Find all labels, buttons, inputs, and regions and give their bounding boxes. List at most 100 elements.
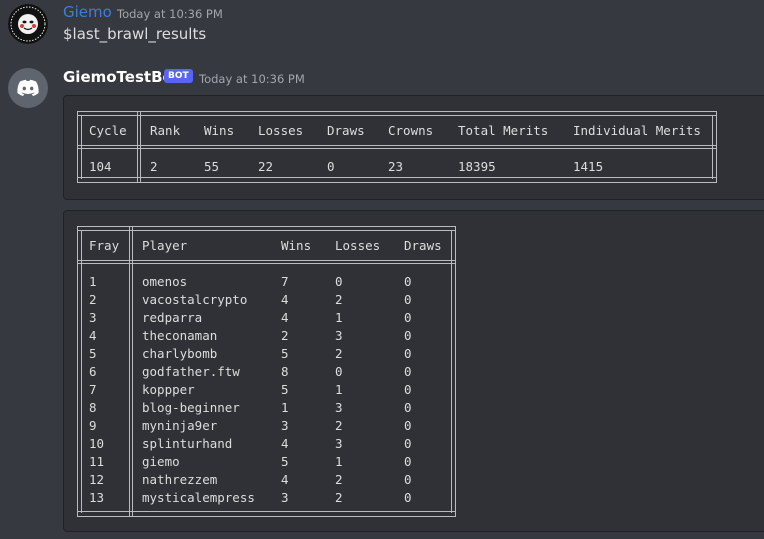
player-name: theconaman [142,328,218,343]
table-cell: 2 [150,159,158,174]
table-cell: 4 [281,472,289,487]
table-cell: 1 [281,400,289,415]
table-rule [78,115,716,116]
table-cell: 0 [404,310,412,325]
table-cell: 4 [89,328,97,343]
message-text: $last_brawl_results [63,25,207,43]
table-cell: 1 [335,382,343,397]
table-cell: 4 [281,292,289,307]
table-cell: 0 [404,346,412,361]
table-cell: 8 [281,364,289,379]
player-name: charlybomb [142,346,218,361]
table-cell: 23 [388,159,404,174]
table-cell: 2 [335,346,343,361]
author-name[interactable]: Giemo [63,3,112,21]
table-header: Total Merits [458,123,549,138]
table-header: Crowns [388,123,434,138]
codeblock-frays: Fray Player Wins Losses Draws 1 omenos 7 0 0… [63,210,764,532]
table-cell: 0 [404,436,412,451]
table-cell: 3 [335,400,343,415]
codeblock-summary: Cycle Rank Wins Losses Draws Crowns Tota… [63,95,764,200]
column-divider [137,112,138,182]
table-cell: 0 [404,364,412,379]
player-name: splinturhand [142,436,233,451]
table-cell: 55 [204,159,220,174]
player-name: godfather.ftw [142,364,240,379]
bot-tag: BOT [164,69,193,83]
table-cell: 0 [327,159,335,174]
summary-table: Cycle Rank Wins Losses Draws Crowns Tota… [77,111,717,183]
table-header: Losses [258,123,304,138]
table-cell: 4 [281,436,289,451]
table-cell: 0 [404,472,412,487]
table-cell: 0 [335,364,343,379]
timestamp: Today at 10:36 PM [199,72,305,86]
table-cell: 0 [335,274,343,289]
table-cell: 3 [89,310,97,325]
table-cell: 12 [89,472,105,487]
table-cell: 0 [404,328,412,343]
table-header: Rank [150,123,181,138]
table-cell: 0 [404,400,412,415]
table-cell: 2 [281,328,289,343]
discord-logo-icon [17,79,39,96]
table-rule [78,177,716,178]
player-name: omenos [142,274,188,289]
table-header: Individual Merits [573,123,701,138]
table-cell: 9 [89,418,97,433]
table-rule [78,511,455,512]
table-cell: 8 [89,400,97,415]
table-border [81,230,452,513]
table-cell: 1 [335,310,343,325]
table-cell: 13 [89,490,105,505]
avatar-bot[interactable] [8,68,48,108]
table-cell: 22 [258,159,274,174]
table-header: Draws [404,238,442,253]
table-cell: 5 [89,346,97,361]
table-header: Losses [335,238,381,253]
player-name: redparra [142,310,203,325]
table-header: Draws [327,123,365,138]
table-cell: 4 [281,310,289,325]
player-name: koppper [142,382,195,397]
table-rule [78,145,716,146]
table-cell: 5 [281,454,289,469]
player-name: nathrezzem [142,472,218,487]
column-divider [132,227,133,516]
table-rule [78,148,716,149]
table-cell: 3 [281,490,289,505]
table-rule [78,230,455,231]
table-cell: 5 [281,382,289,397]
table-cell: 2 [335,472,343,487]
table-cell: 3 [281,418,289,433]
table-cell: 1 [335,454,343,469]
table-header: Fray [89,238,120,253]
table-header: Wins [281,238,312,253]
table-cell: 7 [89,382,97,397]
table-cell: 2 [335,418,343,433]
column-divider [129,227,130,516]
table-cell: 3 [335,328,343,343]
table-header: Cycle [89,123,127,138]
table-cell: 104 [89,159,112,174]
player-name: giemo [142,454,180,469]
table-cell: 0 [404,490,412,505]
table-cell: 0 [404,292,412,307]
table-rule [78,260,455,261]
table-cell: 0 [404,274,412,289]
table-cell: 2 [335,490,343,505]
player-name: vacostalcrypto [142,292,248,307]
column-divider [140,112,141,182]
player-name: myninja9er [142,418,218,433]
table-rule [78,263,455,264]
author-name[interactable]: GiemoTestBot [63,68,180,86]
table-cell: 18395 [458,159,496,174]
table-cell: 0 [404,454,412,469]
avatar-giemo[interactable] [8,4,48,44]
table-cell: 0 [404,382,412,397]
table-cell: 7 [281,274,289,289]
table-cell: 2 [335,292,343,307]
table-cell: 2 [89,292,97,307]
table-cell: 1 [89,274,97,289]
player-name: mysticalempress [142,490,255,505]
